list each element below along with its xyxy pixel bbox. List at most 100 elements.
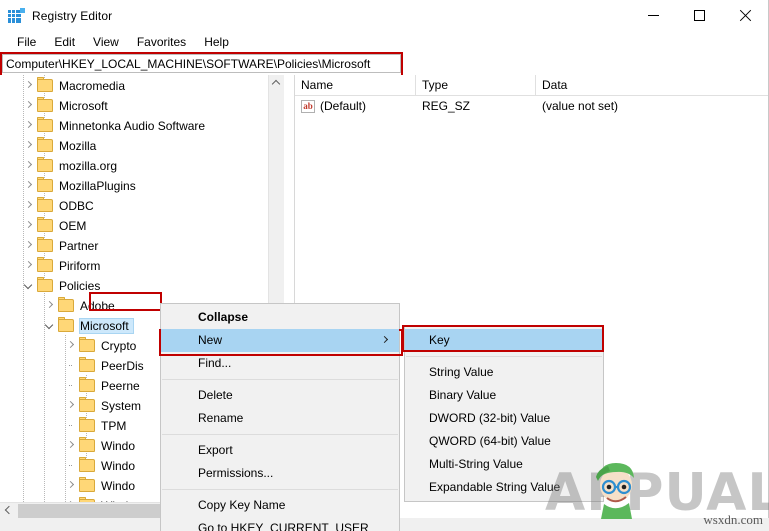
context-menu-item-new[interactable]: New [161,329,399,352]
tree-node-label: Windo [101,479,136,493]
context-menu-item-collapse[interactable]: Collapse [161,306,399,329]
chevron-right-icon[interactable] [21,116,37,136]
submenu-separator [406,356,602,357]
tree-node-label: TPM [101,419,127,433]
new-submenu[interactable]: Key String Value Binary Value DWORD (32-bit… [402,325,604,502]
chevron-right-icon[interactable] [21,96,37,116]
chevron-right-icon[interactable] [21,156,37,176]
tree-node-label: Macromedia [59,79,126,93]
column-header-name[interactable]: Name [295,75,416,96]
context-menu-item-label: Rename [198,411,244,425]
context-menu-item-label: Go to HKEY_CURRENT_USER [198,521,369,531]
chevron-down-icon[interactable] [42,316,58,336]
registry-grid-icon [8,7,25,24]
submenu-item-key[interactable]: Key [405,329,603,352]
context-menu-item-label: Export [198,443,233,457]
chevron-right-icon[interactable] [63,436,79,456]
close-button[interactable] [722,0,768,31]
tree-node-mozilla-org[interactable]: mozilla.org [0,156,277,176]
value-row[interactable]: ab (Default) REG_SZ (value not set) [295,96,768,116]
context-menu-separator [162,434,398,435]
menu-help[interactable]: Help [195,33,238,51]
submenu-item-string-value[interactable]: String Value [405,361,603,384]
submenu-item-dword-32-bit-value[interactable]: DWORD (32-bit) Value [405,407,603,430]
tree-node-label: OEM [59,219,87,233]
tree-node-label: Adobe [80,299,115,313]
folder-icon [37,237,54,253]
context-menu-item-export[interactable]: Export [161,439,399,462]
address-input[interactable]: Computer\HKEY_LOCAL_MACHINE\SOFTWARE\Pol… [2,54,401,73]
context-menu-item-label: Collapse [198,310,249,324]
folder-icon [37,77,54,93]
folder-icon [58,317,75,333]
tree-node-minnetonka-audio-software[interactable]: Minnetonka Audio Software [0,116,277,136]
tree-node-partner[interactable]: Partner [0,236,277,256]
chevron-down-icon[interactable] [21,276,37,296]
tree-leaf-marker-icon [63,416,79,436]
context-menu-item-copy-key-name[interactable]: Copy Key Name [161,494,399,517]
context-menu-item-rename[interactable]: Rename [161,407,399,430]
context-menu-item-label: Permissions... [198,466,274,480]
submenu-item-binary-value[interactable]: Binary Value [405,384,603,407]
folder-icon [79,477,96,493]
folder-icon [37,197,54,213]
tree-node-label: Minnetonka Audio Software [59,119,206,133]
tree-node-oem[interactable]: OEM [0,216,277,236]
column-header-data[interactable]: Data [536,75,768,96]
chevron-right-icon[interactable] [63,396,79,416]
folder-icon [79,457,96,473]
context-menu-separator [162,379,398,380]
screenshot-root: Registry Editor File Edit View Favorites… [0,0,769,531]
menu-view[interactable]: View [84,33,128,51]
tree-node-microsoft[interactable]: Microsoft [0,96,277,116]
address-bar-container: Computer\HKEY_LOCAL_MACHINE\SOFTWARE\Pol… [0,52,768,77]
minimize-icon [647,15,659,16]
minimize-button[interactable] [630,0,676,31]
chevron-right-icon[interactable] [21,256,37,276]
chevron-right-icon[interactable] [21,176,37,196]
chevron-right-icon[interactable] [42,296,58,316]
submenu-item-expandable-string-value[interactable]: Expandable String Value [405,476,603,499]
menu-edit[interactable]: Edit [45,33,84,51]
chevron-right-icon[interactable] [21,216,37,236]
folder-icon [37,217,54,233]
chevron-right-icon[interactable] [21,236,37,256]
scroll-left-icon[interactable] [4,505,14,515]
tree-node-label: System [101,399,142,413]
context-menu-item-find[interactable]: Find... [161,352,399,375]
tree-node-label: Piriform [59,259,101,273]
context-menu-item-delete[interactable]: Delete [161,384,399,407]
maximize-icon [693,10,705,21]
tree-node-label: Policies [59,279,101,293]
tree-node-macromedia[interactable]: Macromedia [0,76,277,96]
folder-icon [79,437,96,453]
folder-icon [37,157,54,173]
menu-favorites[interactable]: Favorites [128,33,195,51]
chevron-right-icon[interactable] [63,476,79,496]
chevron-right-icon[interactable] [63,336,79,356]
tree-node-label: Partner [59,239,99,253]
chevron-right-icon[interactable] [21,76,37,96]
context-menu[interactable]: Collapse New Find... Delete Rename Export Perm… [159,303,403,531]
chevron-right-icon[interactable] [21,136,37,156]
tree-node-label: Microsoft [79,318,134,334]
tree-node-mozilla[interactable]: Mozilla [0,136,277,156]
values-list[interactable]: ab (Default) REG_SZ (value not set) [295,96,768,116]
tree-node-label: Windo [101,459,136,473]
tree-node-odbc[interactable]: ODBC [0,196,277,216]
tree-node-piriform[interactable]: Piriform [0,256,277,276]
submenu-item-multi-string-value[interactable]: Multi-String Value [405,453,603,476]
tree-node-mozillaplugins[interactable]: MozillaPlugins [0,176,277,196]
scroll-up-icon[interactable] [271,79,281,89]
maximize-button[interactable] [676,0,722,31]
submenu-item-qword-64-bit-value[interactable]: QWORD (64-bit) Value [405,430,603,453]
tree-node-policies[interactable]: Policies [0,276,277,296]
column-header-type[interactable]: Type [416,75,536,96]
context-menu-item-go-to-hkey-current-user[interactable]: Go to HKEY_CURRENT_USER [161,517,399,531]
context-menu-item-permissions[interactable]: Permissions... [161,462,399,485]
menu-file[interactable]: File [8,33,45,51]
tree-node-label: MozillaPlugins [59,179,136,193]
chevron-right-icon[interactable] [21,196,37,216]
value-type-cell: REG_SZ [422,99,471,113]
values-column-header: Name Type Data [295,75,768,96]
